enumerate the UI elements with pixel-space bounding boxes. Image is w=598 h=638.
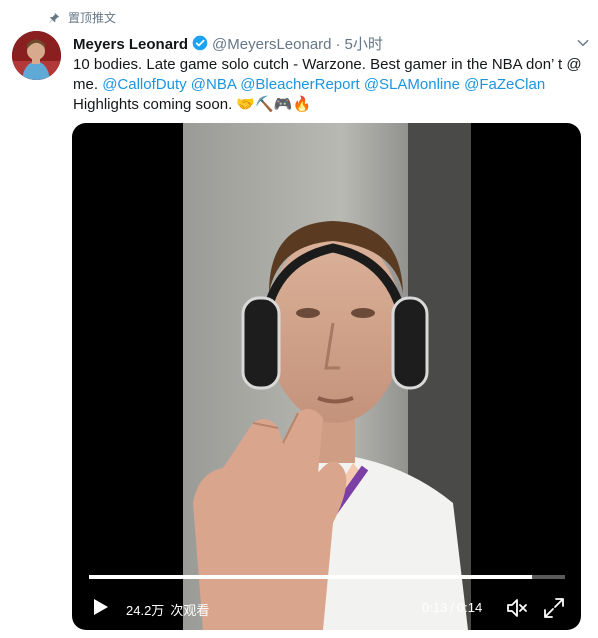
mention-fazeclan[interactable]: @FaZeClan xyxy=(464,76,545,93)
pinned-label: 置顶推文 xyxy=(68,11,117,25)
pin-icon xyxy=(49,12,60,23)
video-progress-fill xyxy=(89,575,532,579)
mention-nba[interactable]: @NBA xyxy=(191,76,236,93)
video-progress-bar[interactable] xyxy=(89,575,565,579)
tweet-emojis: 🤝⛏️🎮🔥 xyxy=(236,96,312,113)
chevron-down-icon[interactable] xyxy=(576,36,590,50)
author-handle[interactable]: @MeyersLeonard xyxy=(212,36,331,53)
mention-callofduty[interactable]: @CallofDuty xyxy=(102,76,186,93)
mention-slamonline[interactable]: @SLAMonline xyxy=(364,76,460,93)
play-icon[interactable] xyxy=(88,595,112,619)
pinned-tweet-indicator: 置顶推文 xyxy=(48,9,116,26)
duration: 0:14 xyxy=(456,600,483,615)
tweet-header: Meyers Leonard @MeyersLeonard · 5小时 xyxy=(73,33,588,54)
view-count-number: 24.2万 xyxy=(126,603,165,618)
separator-dot: · xyxy=(335,36,341,53)
current-time: 0:13 xyxy=(422,600,448,615)
video-frame xyxy=(183,123,471,630)
video-controls: 24.2万 次观看 0:13 / 0:14 xyxy=(72,593,581,623)
mention-bleacherreport[interactable]: @BleacherReport xyxy=(240,76,359,93)
tweet-timestamp[interactable]: 5小时 xyxy=(345,33,383,54)
view-count-label: 次观看 xyxy=(170,603,210,618)
video-player[interactable]: 24.2万 次观看 0:13 / 0:14 xyxy=(72,123,581,630)
tweet-text: 10 bodies. Late game solo cutch - Warzon… xyxy=(73,55,588,115)
view-count: 24.2万 次观看 xyxy=(126,600,209,619)
avatar[interactable] xyxy=(12,31,61,80)
time-separator: / xyxy=(450,600,454,615)
author-name[interactable]: Meyers Leonard xyxy=(73,36,188,53)
verified-badge-icon xyxy=(192,35,208,51)
video-time: 0:13 / 0:14 xyxy=(422,600,482,615)
fullscreen-icon[interactable] xyxy=(542,596,566,620)
tweet-text-tail: Highlights coming soon. xyxy=(73,96,237,113)
volume-muted-icon[interactable] xyxy=(505,596,529,620)
